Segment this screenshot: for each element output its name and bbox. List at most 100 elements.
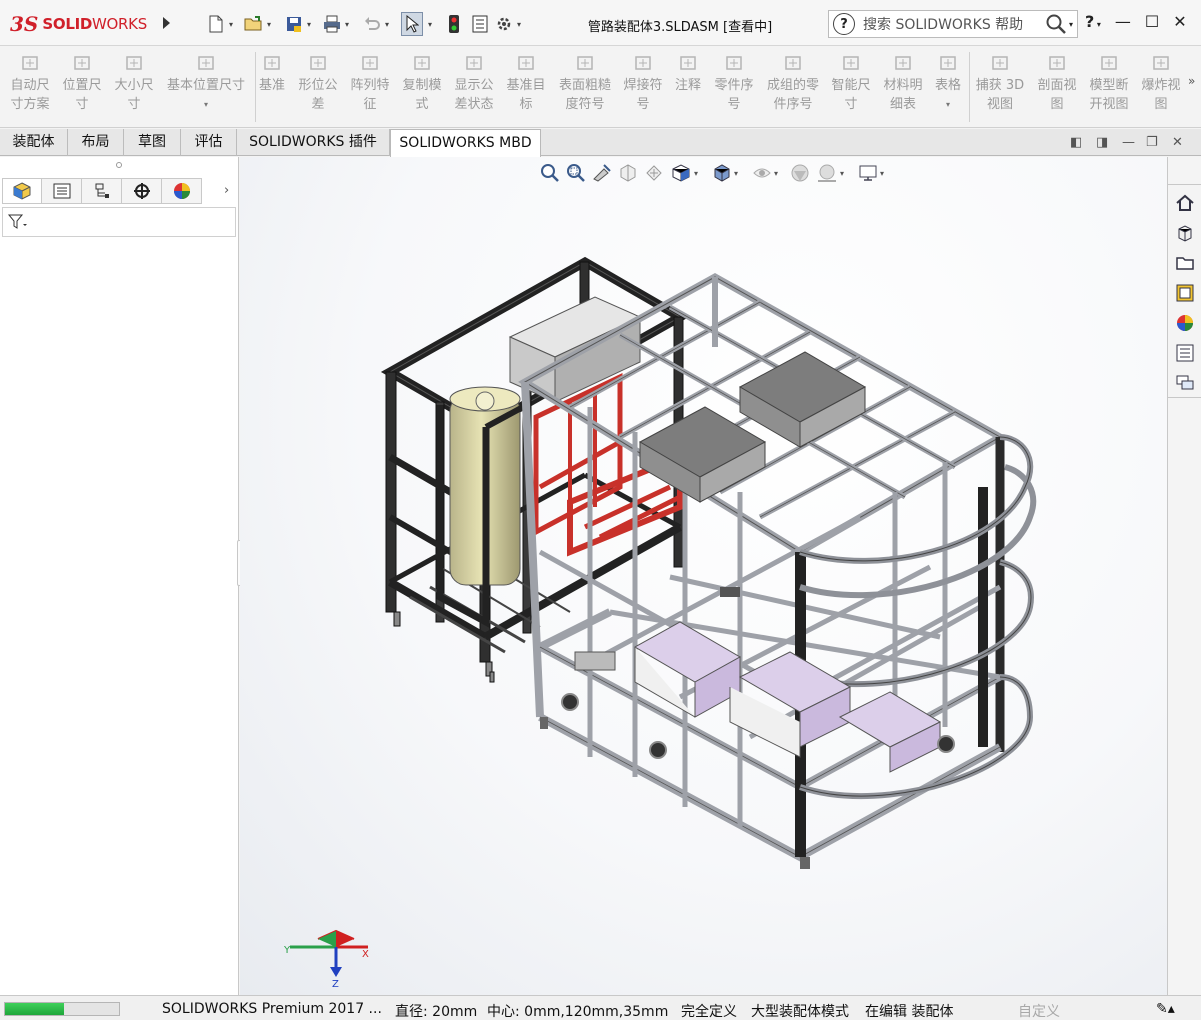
feature-filter-bar[interactable] [2, 207, 236, 237]
print-button[interactable]: ▾ [322, 12, 352, 36]
balloon-button[interactable]: 零件序号 [707, 52, 761, 114]
exploded-view-icon [1150, 52, 1172, 74]
rebuild-button[interactable] [444, 12, 464, 36]
new-document-button[interactable]: ▾ [206, 12, 236, 36]
doc-close-button[interactable]: ✕ [1172, 135, 1183, 150]
solidworks-logo[interactable]: 3S SOLIDWORKS [10, 8, 156, 40]
chevron-down-icon[interactable]: ▾ [514, 20, 524, 29]
chevron-down-icon[interactable]: ▾ [342, 20, 352, 29]
document-title: 管路装配体3.SLDASM [查看中] [587, 20, 773, 35]
custom-properties-tab[interactable] [1171, 339, 1199, 367]
tab-layout[interactable]: 布局 [68, 129, 124, 156]
panel-grip[interactable] [116, 162, 122, 168]
tile-right-icon[interactable]: ◨ [1096, 135, 1108, 150]
size-dimension-button[interactable]: 大小尺寸 [107, 52, 161, 114]
solidworks-resources-tab[interactable] [1171, 189, 1199, 217]
view-palette-tab[interactable] [1171, 279, 1199, 307]
smart-dimension-icon [840, 52, 862, 74]
menu-expand-icon[interactable] [160, 14, 172, 32]
title-bar: 3S SOLIDWORKS ▾ ▾ ▾ ▾ ▾ ▾ ▾ 管路装配体3.SLDAS… [0, 0, 1201, 46]
section-view-button[interactable]: 剖面视图 [1030, 52, 1084, 114]
minimize-button[interactable]: — [1115, 12, 1131, 31]
chevron-down-icon[interactable]: ▾ [264, 20, 274, 29]
search-input[interactable]: 搜索 SOLIDWORKS 帮助 [863, 14, 1043, 34]
ribbon-label: 式 [415, 97, 429, 112]
design-library-tab[interactable] [1171, 219, 1199, 247]
ribbon-label: 成组的零 [766, 78, 819, 93]
units-selector[interactable]: 自定义 [1018, 1001, 1060, 1020]
doc-minimize-button[interactable]: — [1122, 135, 1135, 150]
select-dropdown[interactable]: ▾ [424, 12, 436, 36]
datum-target-button[interactable]: 基准目标 [499, 52, 553, 114]
ribbon-label: 捕获 3D [975, 78, 1025, 93]
ribbon-label: 件序号 [773, 97, 813, 112]
view-palette-icon [1176, 284, 1194, 302]
undo-button[interactable]: ▾ [362, 12, 392, 36]
chevron-down-icon[interactable]: ▾ [204, 95, 208, 114]
home-icon [1176, 194, 1194, 211]
select-button[interactable] [401, 12, 423, 36]
basic-location-dimension-button[interactable]: 基本位置尺寸 ▾ [161, 52, 251, 114]
ribbon-label: 爆炸视 [1141, 78, 1181, 93]
maximize-button[interactable]: ☐ [1145, 12, 1159, 31]
search-icon[interactable] [1043, 11, 1069, 37]
save-button[interactable]: ▾ [284, 12, 314, 36]
chevron-down-icon[interactable]: ▾ [226, 20, 236, 29]
chevron-down-icon[interactable]: ▾ [946, 95, 950, 114]
table-icon [937, 52, 959, 74]
ribbon-label: 寸 [127, 97, 141, 112]
tab-assembly[interactable]: 装配体 [0, 129, 68, 156]
forum-tab[interactable] [1171, 369, 1199, 397]
copy-scheme-button[interactable]: 复制模式 [395, 52, 449, 114]
appearance-ball-icon [173, 183, 190, 199]
propertymanager-tab[interactable] [42, 178, 82, 204]
open-document-button[interactable]: ▾ [244, 12, 274, 36]
rebuild-status-icon[interactable]: ✎▴ [1156, 1001, 1175, 1017]
featuremanager-tab[interactable] [2, 178, 42, 204]
status-bar: SOLIDWORKS Premium 2017 ... 直径: 20mm 中心:… [0, 995, 1201, 1020]
show-tolerance-status-button[interactable]: 显示公 差状态 [447, 52, 501, 114]
table-button[interactable]: 表格 ▾ [921, 52, 975, 114]
tab-mbd[interactable]: SOLIDWORKS MBD [390, 129, 541, 157]
appearances-tab[interactable] [1171, 309, 1199, 337]
dimxpert-tab[interactable] [122, 178, 162, 204]
location-dimension-button[interactable]: 位置尺寸 [55, 52, 109, 114]
tab-sketch[interactable]: 草图 [124, 129, 181, 156]
tab-addins[interactable]: SOLIDWORKS 插件 [237, 129, 390, 156]
ribbon-overflow-icon[interactable]: » [1188, 74, 1195, 88]
surface-finish-button[interactable]: 表面粗糙 度符号 [558, 52, 612, 114]
filter-icon[interactable] [7, 213, 29, 231]
ribbon-label: 显示公 [454, 78, 494, 93]
doc-restore-button[interactable]: ❐ [1146, 135, 1158, 150]
auto-dimension-button[interactable]: 自动尺 寸方案 [3, 52, 57, 114]
propertymanager-icon [53, 183, 70, 199]
stacked-balloon-button[interactable]: 成组的零 件序号 [766, 52, 820, 114]
traffic-light-icon [444, 14, 464, 34]
smart-dimension-button[interactable]: 智能尺寸 [824, 52, 878, 114]
ribbon-label: 基准 [258, 78, 285, 93]
chevron-down-icon[interactable]: ▾ [1069, 20, 1073, 29]
model-break-view-button[interactable]: 模型断 开视图 [1082, 52, 1136, 114]
graphics-area[interactable]: ▾ ▾ ▾ ▾ ▾ Y X Z [240, 157, 1167, 995]
triad-z-label: Z [332, 979, 339, 990]
close-button[interactable]: ✕ [1173, 12, 1186, 31]
help-menu-button[interactable]: ? ▾ [1085, 12, 1101, 31]
file-properties-button[interactable] [470, 12, 490, 36]
file-properties-icon [470, 14, 490, 34]
tile-left-icon[interactable]: ◧ [1070, 135, 1082, 150]
help-search-box[interactable]: ? 搜索 SOLIDWORKS 帮助 ▾ [828, 10, 1078, 38]
capture-3d-view-button[interactable]: 捕获 3D 视图 [973, 52, 1027, 114]
tab-evaluate[interactable]: 评估 [181, 129, 237, 156]
configurationmanager-tab[interactable] [82, 178, 122, 204]
geometric-tolerance-button[interactable]: 形位公差 [291, 52, 345, 114]
chevron-down-icon[interactable]: ▾ [382, 20, 392, 29]
chevron-down-icon[interactable]: ▾ [304, 20, 314, 29]
displaymanager-tab[interactable] [162, 178, 202, 204]
assembly-model[interactable]: Y X Z [240, 157, 1167, 995]
ribbon-label: 注释 [674, 78, 701, 93]
options-button[interactable]: ▾ [494, 12, 524, 36]
pattern-feature-button[interactable]: 阵列特征 [343, 52, 397, 114]
exploded-view-button[interactable]: 爆炸视图 [1134, 52, 1188, 114]
file-explorer-tab[interactable] [1171, 249, 1199, 277]
chevron-right-icon[interactable]: › [224, 183, 229, 198]
